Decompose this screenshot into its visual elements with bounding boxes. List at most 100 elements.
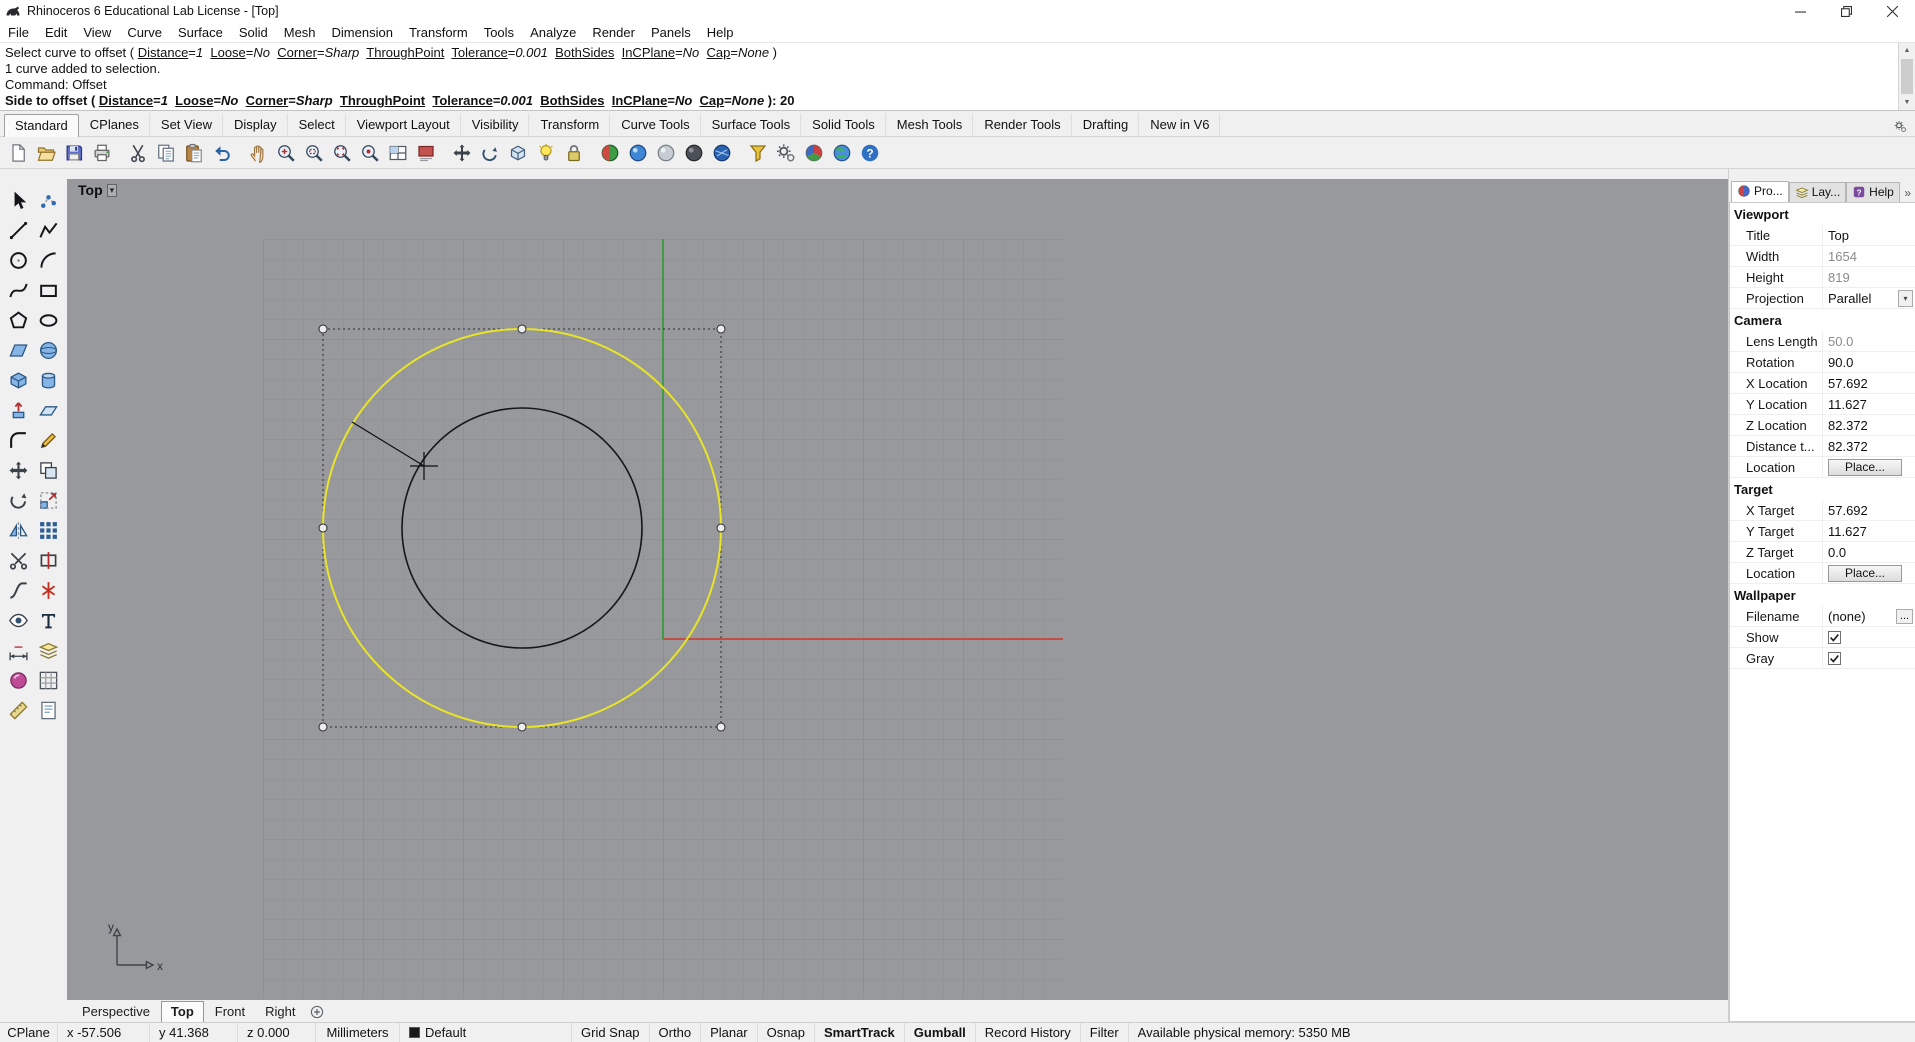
panel-tab-pro[interactable]: Pro...	[1731, 181, 1789, 202]
tool-line-button[interactable]	[4, 215, 34, 245]
scroll-down-icon[interactable]: ▼	[1899, 95, 1915, 110]
viewport-top[interactable]: y x Top ▾	[67, 179, 1728, 1000]
menu-mesh[interactable]: Mesh	[276, 23, 324, 42]
add-viewport-tab[interactable]	[306, 1005, 328, 1022]
command-option[interactable]: Tolerance	[432, 93, 492, 108]
zoom-window-button[interactable]	[300, 139, 327, 166]
field-title[interactable]: Top	[1828, 228, 1849, 243]
menu-help[interactable]: Help	[699, 23, 742, 42]
named-view-button[interactable]	[412, 139, 439, 166]
cut-button[interactable]	[124, 139, 151, 166]
command-option[interactable]: Corner	[277, 45, 317, 60]
paste-button[interactable]	[180, 139, 207, 166]
snap-filter-button[interactable]	[744, 139, 771, 166]
status-default[interactable]: Default	[400, 1023, 572, 1042]
ghosted-mode-button[interactable]	[652, 139, 679, 166]
menu-transform[interactable]: Transform	[401, 23, 476, 42]
help-button[interactable]: ?	[856, 139, 883, 166]
save-button[interactable]	[60, 139, 87, 166]
zoom-extents-button[interactable]	[328, 139, 355, 166]
menu-view[interactable]: View	[75, 23, 119, 42]
field-y-location[interactable]: 11.627	[1828, 397, 1867, 412]
control-point[interactable]	[517, 722, 527, 732]
toolbar-tab-set-view[interactable]: Set View	[150, 113, 223, 136]
status-x-57-506[interactable]: x -57.506	[58, 1023, 150, 1042]
raytraced-mode-button[interactable]	[708, 139, 735, 166]
status-osnap[interactable]: Osnap	[758, 1023, 815, 1042]
options-button[interactable]	[772, 139, 799, 166]
print-button[interactable]	[88, 139, 115, 166]
viewport-tab-perspective[interactable]: Perspective	[73, 1002, 159, 1022]
shaded-mode-button[interactable]	[596, 139, 623, 166]
tool-move-button[interactable]	[4, 455, 34, 485]
viewport-tab-front[interactable]: Front	[206, 1002, 254, 1022]
toolbar-tab-mesh-tools[interactable]: Mesh Tools	[886, 113, 974, 136]
command-area[interactable]: Select curve to offset ( Distance=1 Loos…	[0, 43, 1915, 111]
field-z-target[interactable]: 0.0	[1828, 545, 1846, 560]
zoom-selected-button[interactable]	[356, 139, 383, 166]
control-point[interactable]	[716, 722, 726, 732]
panel-tab-lay[interactable]: Lay...	[1788, 182, 1847, 202]
field-rotation[interactable]: 90.0	[1828, 355, 1853, 370]
minimize-button[interactable]	[1777, 0, 1823, 22]
earth-button[interactable]	[828, 139, 855, 166]
status-grid-snap[interactable]: Grid Snap	[572, 1023, 650, 1042]
menu-tools[interactable]: Tools	[476, 23, 522, 42]
tool-control-points-button[interactable]	[34, 185, 64, 215]
menu-solid[interactable]: Solid	[231, 23, 276, 42]
menu-edit[interactable]: Edit	[37, 23, 75, 42]
tool-trim-button[interactable]	[4, 545, 34, 575]
rotate-view-button[interactable]	[476, 139, 503, 166]
status-planar[interactable]: Planar	[701, 1023, 758, 1042]
control-point[interactable]	[318, 523, 328, 533]
tool-join-button[interactable]	[4, 575, 34, 605]
tool-arc-button[interactable]	[34, 245, 64, 275]
place-button[interactable]: Place...	[1828, 458, 1902, 476]
command-option[interactable]: BothSides	[540, 93, 604, 108]
control-point[interactable]	[716, 324, 726, 334]
checkbox-gray[interactable]	[1828, 651, 1841, 665]
color-wheel-button[interactable]	[800, 139, 827, 166]
menu-file[interactable]: File	[0, 23, 37, 42]
set-view-button[interactable]	[504, 139, 531, 166]
undo-button[interactable]	[208, 139, 235, 166]
place-button[interactable]: Place...	[1828, 564, 1902, 582]
tool-grid-tool-button[interactable]	[34, 665, 64, 695]
field-filename[interactable]: (none)	[1828, 609, 1866, 624]
field-distance-t[interactable]: 82.372	[1828, 439, 1868, 454]
field-z-location[interactable]: 82.372	[1828, 418, 1868, 433]
toolbar-tab-viewport-layout[interactable]: Viewport Layout	[346, 113, 461, 136]
tool-hide-button[interactable]	[4, 605, 34, 635]
command-option[interactable]: Tolerance	[451, 45, 507, 60]
tool-scale-tool-button[interactable]	[34, 485, 64, 515]
tool-array-tool-button[interactable]	[34, 515, 64, 545]
toolbar-tab-options[interactable]	[1890, 120, 1911, 136]
control-point[interactable]	[517, 324, 527, 334]
tool-fillet-button[interactable]	[4, 425, 34, 455]
command-option[interactable]: Distance	[138, 45, 189, 60]
panel-tab-overflow[interactable]: »	[1900, 186, 1915, 202]
tool-mirror-tool-button[interactable]	[4, 515, 34, 545]
menu-curve[interactable]: Curve	[119, 23, 170, 42]
zoom-dynamic-button[interactable]	[272, 139, 299, 166]
status-y-41-368[interactable]: y 41.368	[150, 1023, 238, 1042]
pan-button[interactable]	[244, 139, 271, 166]
tool-surface-button[interactable]	[4, 335, 34, 365]
viewport-title[interactable]: Top ▾	[78, 182, 118, 198]
status-cplane[interactable]: CPlane	[0, 1023, 58, 1042]
scrollbar-thumb[interactable]	[1901, 59, 1913, 94]
menu-surface[interactable]: Surface	[170, 23, 231, 42]
lock-button[interactable]	[560, 139, 587, 166]
viewport-tab-top[interactable]: Top	[160, 1001, 204, 1022]
checkbox-show[interactable]	[1828, 630, 1841, 644]
viewport-layout-button[interactable]	[384, 139, 411, 166]
command-scrollbar[interactable]: ▲ ▼	[1898, 43, 1915, 110]
move-button[interactable]	[448, 139, 475, 166]
xray-mode-button[interactable]	[680, 139, 707, 166]
tool-cylinder-button[interactable]	[34, 365, 64, 395]
tool-dimension-button[interactable]	[4, 635, 34, 665]
status-filter[interactable]: Filter	[1081, 1023, 1129, 1042]
menu-render[interactable]: Render	[584, 23, 643, 42]
menu-panels[interactable]: Panels	[643, 23, 699, 42]
open-file-button[interactable]	[32, 139, 59, 166]
